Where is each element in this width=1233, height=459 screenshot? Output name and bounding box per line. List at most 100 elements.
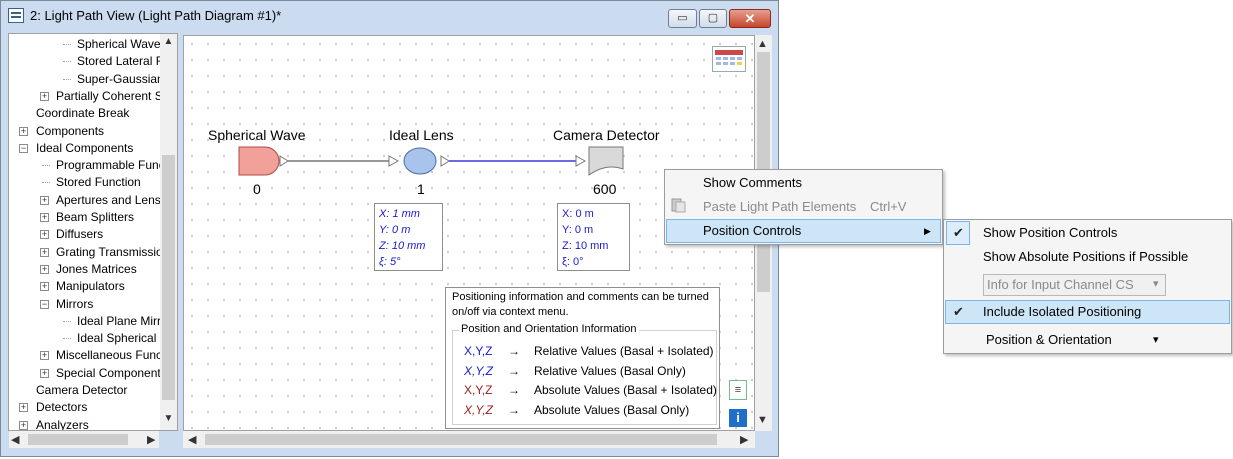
- menu-show-comments[interactable]: Show Comments: [703, 171, 802, 195]
- canvas-hscroll-thumb[interactable]: [205, 434, 717, 445]
- expand-icon[interactable]: +: [40, 213, 49, 222]
- scroll-up-icon[interactable]: ▲: [757, 38, 768, 50]
- lens-position-box[interactable]: X: 1 mm Y: 0 m Z: 10 mm ξ: 5°: [374, 203, 443, 271]
- tree-connector: [42, 165, 50, 167]
- document-icon[interactable]: ≡: [729, 380, 747, 400]
- tree-item-label: Grating Transmissio: [56, 244, 163, 259]
- menu-position-orientation[interactable]: Position & Orientation: [986, 328, 1112, 352]
- check-icon: ✔: [953, 225, 964, 240]
- legend-desc: Absolute Values (Basal Only): [534, 402, 690, 417]
- collapse-icon[interactable]: −: [40, 299, 49, 309]
- expand-icon[interactable]: +: [19, 403, 28, 413]
- legend-desc: Relative Values (Basal Only): [534, 363, 686, 378]
- detector-xi: ξ: 0°: [562, 256, 584, 268]
- tree-item-label: Spherical Wave: [77, 37, 161, 51]
- window-title: 2: Light Path View (Light Path Diagram #…: [30, 8, 282, 23]
- expand-icon[interactable]: +: [40, 230, 49, 240]
- legend-row: X,Y,Z → Relative Values (Basal + Isolated): [464, 344, 714, 358]
- menu-position-controls-label: Position Controls: [703, 223, 802, 238]
- legend-desc: Relative Values (Basal + Isolated): [534, 344, 714, 358]
- expand-icon[interactable]: +: [40, 351, 49, 361]
- scroll-left-icon[interactable]: ◀: [188, 433, 196, 446]
- tree-item-label: Mirrors: [56, 296, 94, 311]
- tree-item-label: Apertures and Lense: [56, 192, 168, 207]
- chevron-down-icon: ▾: [1153, 334, 1159, 346]
- paste-icon: [670, 197, 686, 213]
- arrow-right-icon: →: [508, 402, 520, 417]
- tree-hscroll-thumb[interactable]: [28, 434, 128, 445]
- submenu-arrow-icon: ▶: [924, 226, 931, 236]
- menu-paste-shortcut: Ctrl+V: [870, 199, 907, 214]
- tree-item-label: Stored Lateral Fi: [77, 54, 166, 69]
- lens-xi: ξ: 5°: [379, 256, 401, 268]
- close-button[interactable]: ✕: [729, 9, 771, 28]
- check-icon: ✔: [953, 304, 964, 319]
- catalog-tree: Spherical Wave Stored Lateral Fi Super-Gau…: [8, 33, 178, 431]
- tree-connector: [63, 78, 71, 80]
- tree-item-label: Detectors: [36, 400, 88, 415]
- detector-x: X: 0 m: [562, 208, 594, 220]
- expand-icon[interactable]: +: [19, 420, 28, 430]
- app-icon: [8, 8, 24, 23]
- tree-item-label: Ideal Spherical M: [77, 331, 170, 346]
- tree-connector: [63, 320, 71, 322]
- scroll-up-icon[interactable]: ▲: [161, 36, 176, 50]
- tree-connector: [42, 182, 50, 184]
- tree-item-label: Beam Splitters: [56, 210, 135, 224]
- legend-key: X,Y,Z: [464, 383, 493, 397]
- lens-x: X: 1 mm: [379, 208, 420, 220]
- maximize-button[interactable]: ▢: [699, 9, 727, 28]
- scroll-down-icon[interactable]: ▼: [757, 414, 768, 426]
- legend-key: X,Y,Z: [464, 344, 493, 358]
- chevron-down-icon: ▾: [1153, 278, 1159, 290]
- expand-icon[interactable]: +: [40, 264, 49, 274]
- source-index: 0: [253, 181, 261, 197]
- expand-icon[interactable]: +: [40, 368, 49, 378]
- scroll-down-icon[interactable]: ▼: [161, 413, 176, 427]
- expand-icon[interactable]: +: [40, 282, 49, 292]
- tree-item-label: Diffusers: [56, 227, 104, 242]
- scroll-right-icon[interactable]: ▶: [740, 433, 748, 446]
- legend-key: X,Y,Z: [464, 363, 493, 378]
- legend-row: X,Y,Z → Absolute Values (Basal + Isolated): [464, 383, 717, 397]
- legend-group-title: Position and Orientation Information: [459, 323, 639, 335]
- info-channel-combo-label: Info for Input Channel CS: [987, 277, 1134, 292]
- tree-item-label: Ideal Plane Mirro: [77, 313, 168, 328]
- arrow-right-icon: →: [508, 344, 520, 358]
- tree-item-label: Analyzers: [36, 417, 89, 431]
- minimize-button[interactable]: ▭: [668, 9, 697, 28]
- tree-connector: [63, 61, 71, 63]
- detector-z: Z: 10 mm: [562, 240, 609, 252]
- detector-position-box[interactable]: X: 0 m Y: 0 m Z: 10 mm ξ: 0°: [557, 203, 630, 271]
- expand-icon[interactable]: +: [19, 126, 28, 136]
- scroll-right-icon[interactable]: ▶: [147, 433, 155, 446]
- tree-item-label: Miscellaneous Funct: [56, 348, 166, 363]
- tree-item-label: Coordinate Break: [36, 106, 130, 121]
- lens-index: 1: [417, 181, 425, 197]
- tree-item-label: Stored Function: [56, 175, 141, 190]
- arrow-right-icon: →: [508, 363, 520, 378]
- collapse-icon[interactable]: −: [19, 143, 28, 153]
- tree-item-label: Partially Coherent Sc: [56, 88, 169, 103]
- legend-row: X,Y,Z → Relative Values (Basal Only): [464, 364, 686, 378]
- spherical-wave-element: [238, 146, 280, 176]
- menu-show-position-controls[interactable]: Show Position Controls: [983, 221, 1117, 245]
- scroll-left-icon[interactable]: ◀: [11, 433, 19, 446]
- expand-icon[interactable]: +: [40, 195, 49, 205]
- tree-item-label: Ideal Components: [36, 140, 134, 155]
- tree-item-label: Camera Detector: [36, 383, 128, 397]
- expand-icon[interactable]: +: [40, 91, 49, 101]
- title-bar[interactable]: 2: Light Path View (Light Path Diagram #…: [0, 0, 777, 30]
- legend-desc: Absolute Values (Basal + Isolated): [534, 383, 717, 397]
- tree-item-label: Super-Gaussian: [77, 71, 164, 86]
- tree-item-label: Special Components: [56, 365, 167, 380]
- tree-connector: [63, 338, 71, 340]
- tree-connector: [63, 44, 71, 45]
- expand-icon[interactable]: +: [40, 247, 49, 257]
- tree-scroll-thumb[interactable]: [162, 155, 175, 400]
- legend-intro: Positioning information and comments can…: [452, 291, 709, 318]
- legend-key: X,Y,Z: [464, 402, 493, 417]
- detector-index: 600: [593, 181, 617, 197]
- menu-show-absolute-positions[interactable]: Show Absolute Positions if Possible: [983, 245, 1188, 269]
- info-icon[interactable]: i: [729, 409, 747, 427]
